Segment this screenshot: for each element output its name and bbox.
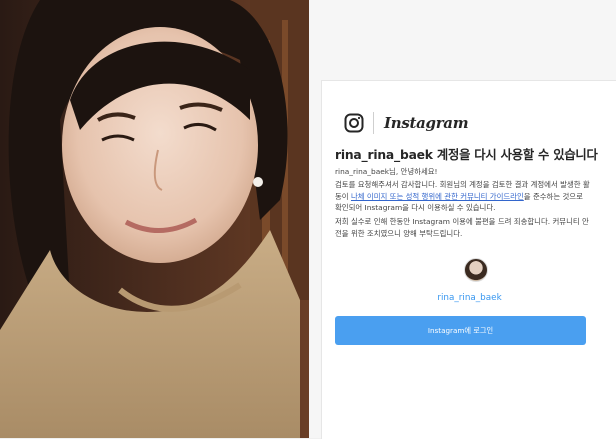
apology-paragraph: 저희 실수로 인해 한동안 Instagram 이용에 불편을 드려 죄송합니다… xyxy=(335,217,589,238)
login-button[interactable]: Instagram에 로그인 xyxy=(335,316,586,345)
brand-header: Instagram xyxy=(344,110,469,136)
logo-divider xyxy=(373,112,374,134)
username-label[interactable]: rina_rina_baek xyxy=(322,293,616,303)
instagram-wordmark: Instagram xyxy=(384,114,469,132)
avatar xyxy=(464,258,488,282)
guidelines-link[interactable]: 나체 이미지 또는 성적 행위에 관한 커뮤니티 가이드라인 xyxy=(351,192,524,201)
selfie-photo xyxy=(0,0,309,438)
email-panel: Instagram rina_rina_baek 계정을 다시 사용할 수 있습… xyxy=(309,0,616,439)
instagram-icon xyxy=(344,113,364,133)
instagram-notice-card: Instagram rina_rina_baek 계정을 다시 사용할 수 있습… xyxy=(321,80,616,439)
notice-title: rina_rina_baek 계정을 다시 사용할 수 있습니다 xyxy=(335,148,598,162)
review-paragraph: 검토를 요청해주셔서 감사합니다. 회원님의 계정을 검토한 결과 계정에서 발… xyxy=(335,179,591,214)
greeting-text: rina_rina_baek님, 안녕하세요! xyxy=(335,167,438,176)
